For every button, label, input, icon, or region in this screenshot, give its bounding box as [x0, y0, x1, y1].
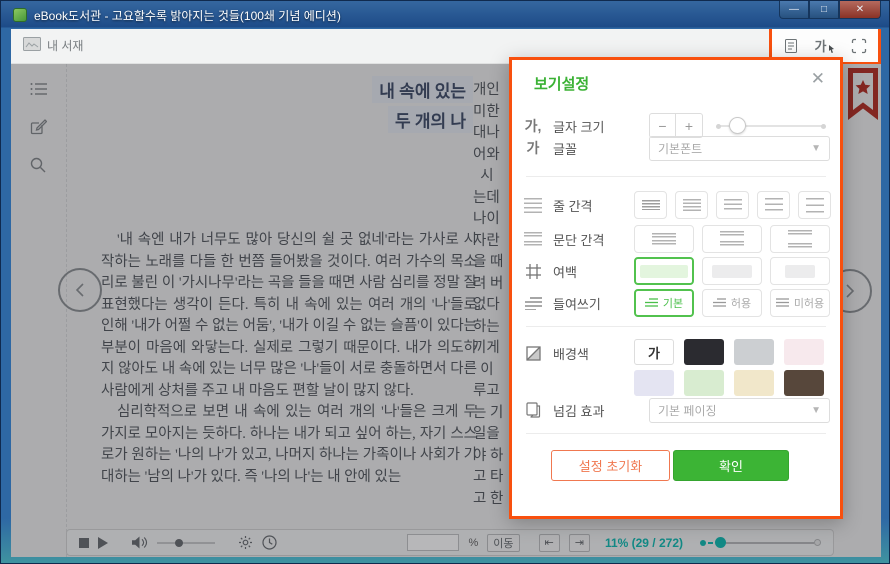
- window-titlebar: eBook도서관 - 고요할수록 밝아지는 것들(100쇄 기념 에디션): [13, 5, 769, 25]
- font-family-label: 글꼴: [553, 139, 577, 158]
- app-surface: 내 서재 가: [11, 29, 881, 557]
- paragraph-spacing-label: 문단 간격: [553, 230, 604, 249]
- line-spacing-option-2[interactable]: [675, 191, 708, 219]
- close-button[interactable]: ✕: [839, 1, 881, 19]
- margin-icon: [522, 264, 544, 279]
- view-settings-panel: 보기설정 ✕ 가, 글자 크기 − + 가 글꼴: [509, 57, 843, 519]
- margin-option-1-selected[interactable]: [634, 257, 694, 285]
- line-spacing-option-5[interactable]: [798, 191, 831, 219]
- indent-option-allow[interactable]: 허용: [702, 289, 762, 317]
- bg-swatch[interactable]: [684, 370, 724, 396]
- background-color-icon: [522, 346, 544, 361]
- margin-label: 여백: [553, 262, 577, 281]
- page-flip-value: 기본 페이징: [658, 402, 717, 419]
- fullscreen-button[interactable]: [851, 38, 867, 54]
- divider: [526, 326, 826, 327]
- fullscreen-icon: [851, 38, 867, 54]
- cursor-icon: [828, 45, 835, 53]
- font-settings-icon: 가: [815, 36, 827, 55]
- font-size-minus-button[interactable]: −: [649, 113, 676, 138]
- chevron-down-icon: ▼: [811, 405, 821, 416]
- minimize-button[interactable]: —: [779, 1, 809, 19]
- bg-swatch-white[interactable]: 가: [634, 339, 674, 365]
- font-size-label: 글자 크기: [553, 117, 604, 136]
- indent-icon: [522, 297, 544, 310]
- library-icon: [23, 37, 41, 54]
- bg-swatch[interactable]: [784, 370, 824, 396]
- background-color-label: 배경색: [553, 344, 589, 363]
- margin-option-2[interactable]: [702, 257, 762, 285]
- font-icon: 가: [522, 138, 544, 158]
- line-spacing-option-4[interactable]: [757, 191, 790, 219]
- line-spacing-label: 줄 간격: [553, 196, 593, 215]
- bg-swatch[interactable]: [634, 370, 674, 396]
- indent-label: 들여쓰기: [553, 294, 601, 313]
- app-window: eBook도서관 - 고요할수록 밝아지는 것들(100쇄 기념 에디션) — …: [0, 0, 890, 564]
- font-family-select[interactable]: 기본폰트 ▼: [649, 136, 830, 161]
- page-view-icon: [783, 38, 799, 54]
- margin-option-3[interactable]: [770, 257, 830, 285]
- page-flip-icon: [522, 402, 544, 418]
- window-title: eBook도서관 - 고요할수록 밝아지는 것들(100쇄 기념 에디션): [34, 7, 341, 24]
- line-spacing-option-1[interactable]: [634, 191, 667, 219]
- line-spacing-icon: [522, 198, 544, 213]
- font-size-icon: 가,: [522, 116, 544, 136]
- indent-option-disallow[interactable]: 미허용: [770, 289, 830, 317]
- divider: [526, 433, 826, 434]
- background-color-swatches: 가: [634, 339, 836, 396]
- bg-swatch[interactable]: [734, 370, 774, 396]
- paragraph-spacing-option-2[interactable]: [702, 225, 762, 253]
- confirm-button[interactable]: 확인: [673, 450, 789, 481]
- indent-option-default-selected[interactable]: 기본: [634, 289, 694, 317]
- my-library-button[interactable]: 내 서재: [23, 37, 83, 54]
- font-family-value: 기본폰트: [658, 140, 702, 157]
- bg-swatch[interactable]: [734, 339, 774, 365]
- app-icon: [13, 8, 27, 22]
- font-size-slider-thumb[interactable]: [729, 117, 746, 134]
- paragraph-spacing-option-1[interactable]: [634, 225, 694, 253]
- paragraph-spacing-icon: [522, 232, 544, 247]
- chevron-down-icon: ▼: [811, 143, 821, 154]
- maximize-button[interactable]: □: [809, 1, 839, 19]
- panel-close-button[interactable]: ✕: [811, 69, 825, 89]
- line-spacing-option-3[interactable]: [716, 191, 749, 219]
- page-flip-select[interactable]: 기본 페이징 ▼: [649, 398, 830, 423]
- page-flip-label: 넘김 효과: [553, 401, 604, 420]
- bg-swatch[interactable]: [684, 339, 724, 365]
- font-size-slider[interactable]: [717, 113, 825, 138]
- page-view-button[interactable]: [783, 38, 799, 54]
- panel-title: 보기설정: [534, 73, 589, 94]
- font-size-plus-button[interactable]: +: [676, 113, 703, 138]
- font-settings-button[interactable]: 가: [815, 36, 836, 55]
- my-library-label: 내 서재: [47, 37, 83, 54]
- paragraph-spacing-option-3[interactable]: [770, 225, 830, 253]
- reset-settings-button[interactable]: 설정 초기화: [551, 450, 670, 481]
- bg-swatch[interactable]: [784, 339, 824, 365]
- divider: [526, 176, 826, 177]
